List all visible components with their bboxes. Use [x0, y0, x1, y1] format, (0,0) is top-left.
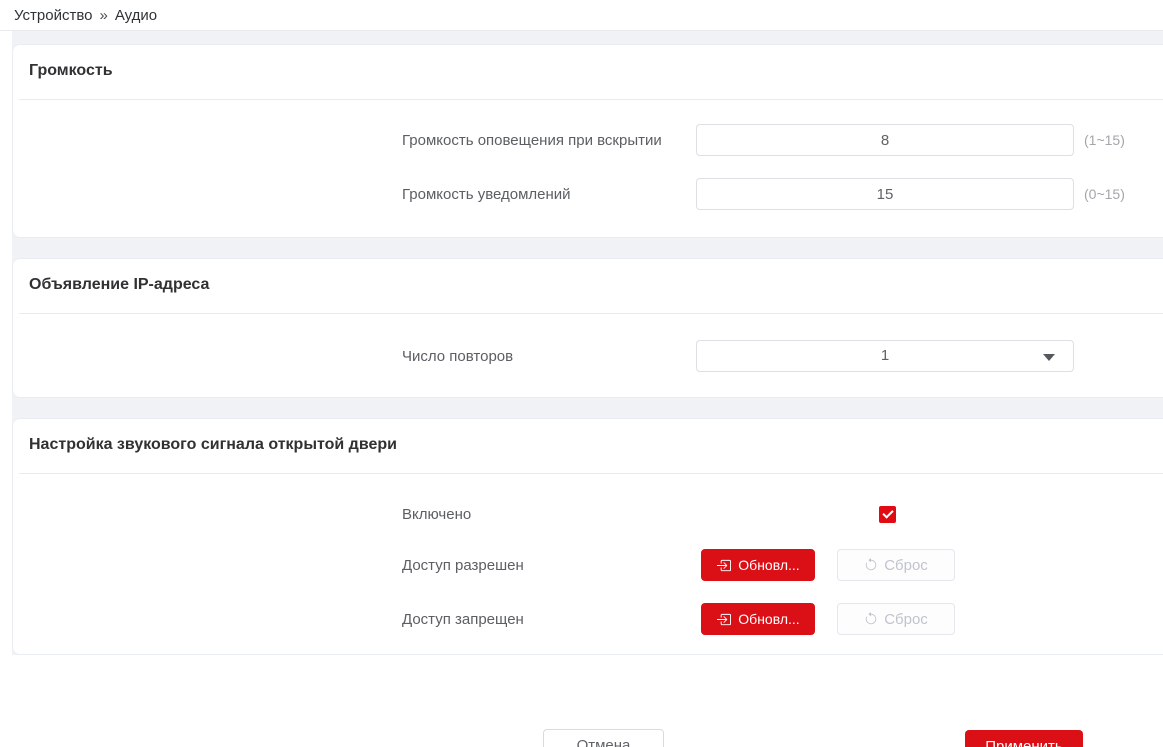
tamper-volume-input[interactable]: [696, 124, 1074, 156]
section-divider: [19, 99, 1163, 100]
breadcrumb-parent[interactable]: Устройство: [14, 7, 92, 24]
enabled-label: Включено: [402, 506, 696, 523]
reset-icon: [864, 558, 878, 572]
section-ip-announcement: Объявление IP-адреса Число повторов 1: [12, 258, 1163, 398]
reset-button-label: Сброс: [884, 557, 928, 574]
access-denied-reset-button[interactable]: Сброс: [837, 603, 955, 635]
access-allowed-reset-button[interactable]: Сброс: [837, 549, 955, 581]
section-title-ip-announcement: Объявление IP-адреса: [13, 259, 1163, 296]
access-allowed-update-button[interactable]: Обновл...: [701, 549, 815, 581]
chevron-down-icon: [1043, 354, 1055, 361]
access-allowed-label: Доступ разрешен: [402, 557, 696, 574]
audio-settings-content: Громкость Громкость оповещения при вскры…: [12, 31, 1163, 655]
notification-volume-row: Громкость уведомлений (0~15): [402, 178, 1163, 210]
tamper-volume-range-hint: (1~15): [1084, 132, 1125, 148]
repeat-count-row: Число повторов 1: [402, 340, 1163, 372]
tamper-volume-label: Громкость оповещения при вскрытии: [402, 132, 696, 149]
section-divider: [19, 313, 1163, 314]
section-door-sound: Настройка звукового сигнала открытой две…: [12, 418, 1163, 655]
import-icon: [716, 612, 731, 627]
access-denied-row: Доступ запрещен Обновл... Сброс: [402, 603, 1163, 635]
access-allowed-row: Доступ разрешен Обновл... Сброс: [402, 549, 1163, 581]
update-button-label: Обновл...: [738, 611, 799, 627]
section-divider: [19, 473, 1163, 474]
breadcrumb: Устройство » Аудио: [0, 0, 1163, 31]
notification-volume-label: Громкость уведомлений: [402, 186, 696, 203]
reset-button-label: Сброс: [884, 611, 928, 628]
repeat-count-value: 1: [697, 341, 1073, 371]
tamper-volume-row: Громкость оповещения при вскрытии (1~15): [402, 124, 1163, 156]
notification-volume-input[interactable]: [696, 178, 1074, 210]
import-icon: [716, 558, 731, 573]
repeat-count-select[interactable]: 1: [696, 340, 1074, 372]
repeat-count-label: Число повторов: [402, 348, 696, 365]
access-denied-update-button[interactable]: Обновл...: [701, 603, 815, 635]
reset-icon: [864, 612, 878, 626]
section-volume: Громкость Громкость оповещения при вскры…: [12, 44, 1163, 238]
enabled-checkbox[interactable]: [879, 506, 896, 523]
footer-actions: Отмена Применить: [0, 675, 1163, 747]
enabled-row: Включено: [402, 498, 1163, 530]
section-title-door-sound: Настройка звукового сигнала открытой две…: [13, 419, 1163, 456]
breadcrumb-separator-icon: »: [99, 7, 107, 24]
update-button-label: Обновл...: [738, 557, 799, 573]
breadcrumb-current: Аудио: [115, 7, 157, 24]
cancel-button[interactable]: Отмена: [543, 729, 664, 747]
section-title-volume: Громкость: [13, 45, 1163, 82]
notification-volume-range-hint: (0~15): [1084, 186, 1125, 202]
apply-button[interactable]: Применить: [965, 730, 1083, 747]
access-denied-label: Доступ запрещен: [402, 611, 696, 628]
